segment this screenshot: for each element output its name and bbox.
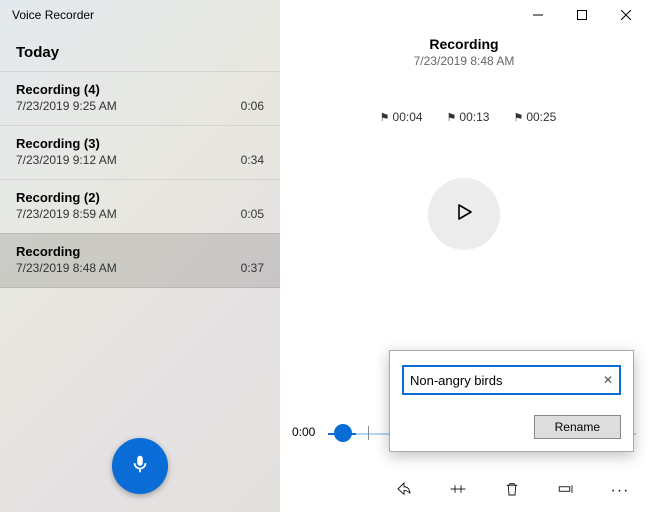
rename-button[interactable]: Rename bbox=[534, 415, 621, 439]
recording-datetime: 7/23/2019 8:48 AM bbox=[280, 54, 648, 68]
record-button[interactable] bbox=[112, 438, 168, 494]
rename-input-wrap: ✕ bbox=[402, 365, 621, 395]
minimize-button[interactable] bbox=[516, 0, 560, 30]
list-item[interactable]: Recording (3) 7/23/2019 9:12 AM 0:34 bbox=[0, 125, 280, 179]
list-item-title: Recording (4) bbox=[16, 82, 264, 97]
recording-header: Recording 7/23/2019 8:48 AM bbox=[280, 36, 648, 68]
rename-toolbar-button[interactable] bbox=[552, 477, 580, 505]
marker[interactable]: ⚑00:04 bbox=[372, 110, 423, 124]
app-title: Voice Recorder bbox=[0, 0, 280, 26]
list-item-datetime: 7/23/2019 9:12 AM bbox=[16, 153, 117, 167]
delete-button[interactable] bbox=[498, 477, 526, 505]
trim-button[interactable] bbox=[444, 477, 472, 505]
list-item[interactable]: Recording (2) 7/23/2019 8:59 AM 0:05 bbox=[0, 179, 280, 233]
play-icon bbox=[452, 200, 476, 229]
marker[interactable]: ⚑00:13 bbox=[439, 110, 490, 124]
list-item-title: Recording bbox=[16, 244, 264, 259]
scrubber-thumb[interactable] bbox=[334, 424, 352, 442]
main-pane: Recording 7/23/2019 8:48 AM ⚑00:04 ⚑00:13… bbox=[280, 0, 648, 512]
more-button[interactable]: ··· bbox=[606, 477, 634, 505]
more-icon: ··· bbox=[611, 482, 630, 500]
rename-icon bbox=[557, 480, 575, 503]
share-icon bbox=[395, 480, 413, 503]
list-item-duration: 0:37 bbox=[241, 261, 264, 275]
bottom-toolbar: ··· bbox=[280, 470, 648, 512]
list-item-title: Recording (2) bbox=[16, 190, 264, 205]
microphone-icon bbox=[129, 453, 151, 480]
list-item-datetime: 7/23/2019 8:59 AM bbox=[16, 207, 117, 221]
marker[interactable]: ⚑00:25 bbox=[505, 110, 556, 124]
close-button[interactable] bbox=[604, 0, 648, 30]
rename-input[interactable] bbox=[410, 373, 593, 388]
play-button[interactable] bbox=[428, 178, 500, 250]
flag-icon: ⚑ bbox=[380, 112, 390, 124]
maximize-button[interactable] bbox=[560, 0, 604, 30]
trash-icon bbox=[503, 480, 521, 503]
rename-popup: ✕ Rename bbox=[389, 350, 634, 452]
list-item-duration: 0:05 bbox=[241, 207, 264, 221]
list-item[interactable]: Recording 7/23/2019 8:48 AM 0:37 bbox=[0, 233, 280, 288]
section-header-today: Today bbox=[0, 26, 280, 71]
list-item-datetime: 7/23/2019 9:25 AM bbox=[16, 99, 117, 113]
list-item-datetime: 7/23/2019 8:48 AM bbox=[16, 261, 117, 275]
share-button[interactable] bbox=[390, 477, 418, 505]
current-time-label: 0:00 bbox=[292, 425, 315, 439]
flag-icon: ⚑ bbox=[447, 112, 457, 124]
window-titlebar bbox=[280, 0, 648, 30]
list-item-duration: 0:06 bbox=[241, 99, 264, 113]
markers-row: ⚑00:04 ⚑00:13 ⚑00:25 bbox=[280, 110, 648, 124]
sidebar: Voice Recorder Today Recording (4) 7/23/… bbox=[0, 0, 280, 512]
marker-tick bbox=[368, 426, 369, 440]
list-item-title: Recording (3) bbox=[16, 136, 264, 151]
trim-icon bbox=[449, 480, 467, 503]
recording-title: Recording bbox=[280, 36, 648, 52]
list-item-duration: 0:34 bbox=[241, 153, 264, 167]
flag-icon: ⚑ bbox=[513, 112, 523, 124]
list-item[interactable]: Recording (4) 7/23/2019 9:25 AM 0:06 bbox=[0, 71, 280, 125]
clear-input-icon[interactable]: ✕ bbox=[603, 373, 613, 387]
